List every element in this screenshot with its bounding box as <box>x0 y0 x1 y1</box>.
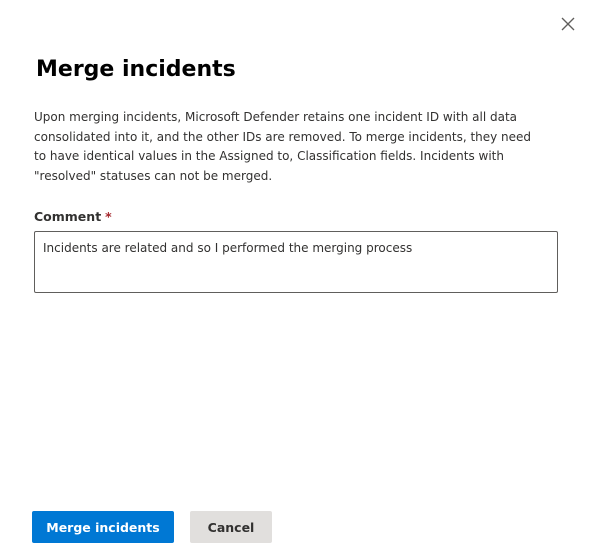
dialog-title: Merge incidents <box>36 57 236 82</box>
comment-label: Comment * <box>34 208 112 226</box>
merge-incidents-button[interactable]: Merge incidents <box>32 511 174 543</box>
close-button[interactable] <box>558 14 578 34</box>
merge-incidents-dialog: Merge incidents Upon merging incidents, … <box>0 0 592 559</box>
comment-field[interactable]: Incidents are related and so I performed… <box>34 231 558 293</box>
comment-value: Incidents are related and so I performed… <box>43 241 413 255</box>
dialog-description: Upon merging incidents, Microsoft Defend… <box>34 110 532 183</box>
required-marker: * <box>105 209 112 224</box>
close-icon <box>561 17 575 31</box>
comment-label-text: Comment <box>34 209 102 224</box>
cancel-button[interactable]: Cancel <box>190 511 272 543</box>
